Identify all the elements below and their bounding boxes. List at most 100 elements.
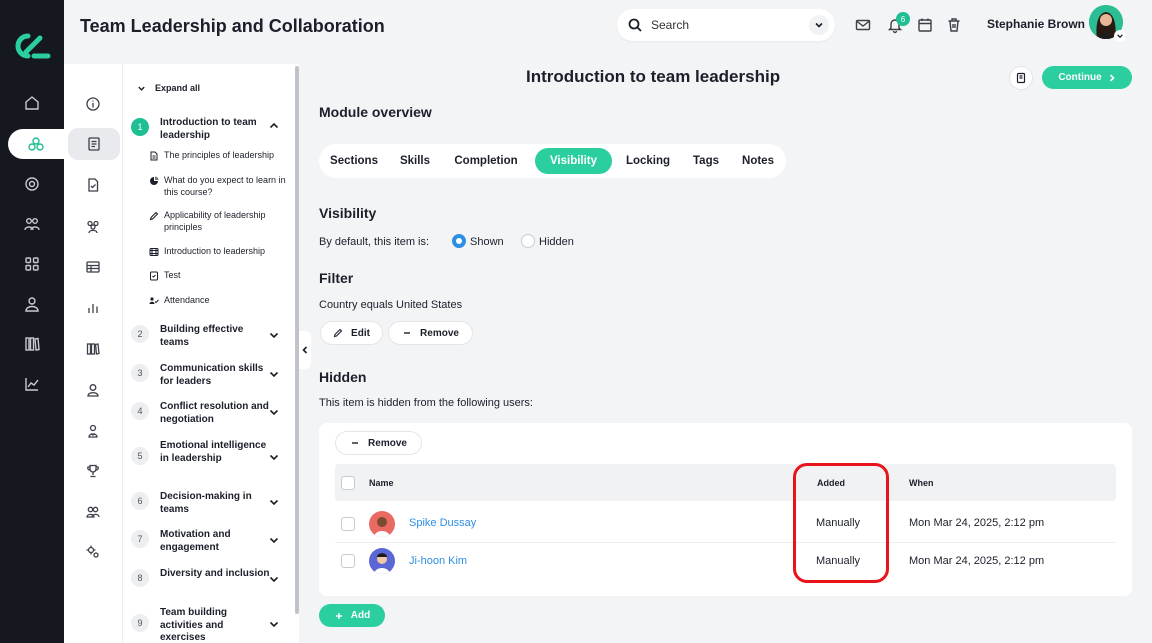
- section-title: Emotional intelligence in leadership: [160, 440, 267, 464]
- target-icon[interactable]: [18, 170, 46, 198]
- test-icon: [150, 271, 158, 281]
- search-input[interactable]: Search: [651, 18, 689, 32]
- expand-all-label: Expand all: [155, 83, 201, 93]
- bar-chart-icon[interactable]: [82, 297, 104, 319]
- filter-heading: Filter: [319, 270, 354, 286]
- user-link[interactable]: Spike Dussay: [409, 517, 476, 529]
- chevron-down-icon[interactable]: [268, 329, 280, 341]
- column-name[interactable]: Name: [369, 478, 394, 488]
- calendar-icon[interactable]: [916, 16, 934, 34]
- chevron-down-icon[interactable]: [268, 451, 280, 463]
- tab-tags[interactable]: Tags: [684, 148, 728, 174]
- analytics-icon[interactable]: [18, 370, 46, 398]
- settings-icon[interactable]: [82, 541, 104, 563]
- search-icon: [628, 18, 642, 32]
- outline-item-label: What do you expect to learn in this cour…: [164, 175, 286, 197]
- plus-icon: [335, 612, 342, 619]
- hidden-radio[interactable]: [521, 234, 535, 248]
- tab-completion[interactable]: Completion: [445, 148, 527, 174]
- mail-icon[interactable]: [854, 16, 872, 34]
- book-button[interactable]: [1009, 66, 1033, 90]
- add-users-button[interactable]: Add: [319, 604, 385, 627]
- remove-label: Remove: [368, 437, 407, 449]
- section-title: Conflict resolution and negotiation: [160, 401, 269, 425]
- library-icon[interactable]: [18, 330, 46, 358]
- expand-all-button[interactable]: Expand all: [137, 83, 200, 93]
- courses-icon[interactable]: [8, 129, 64, 159]
- chevron-right-icon: [1109, 73, 1115, 82]
- user-name[interactable]: Stephanie Brown: [987, 17, 1085, 31]
- user-link[interactable]: Ji-hoon Kim: [409, 555, 467, 567]
- tab-notes[interactable]: Notes: [734, 148, 782, 174]
- continue-button[interactable]: Continue: [1042, 66, 1132, 89]
- table-icon[interactable]: [82, 256, 104, 278]
- apps-icon[interactable]: [18, 250, 46, 278]
- collapse-panel-button[interactable]: [299, 331, 311, 369]
- info-icon[interactable]: [82, 93, 104, 115]
- added-column-highlight: [793, 463, 889, 583]
- assignment-icon[interactable]: [82, 174, 104, 196]
- row-checkbox[interactable]: [341, 554, 355, 568]
- user-icon[interactable]: [18, 290, 46, 318]
- filter-rule: Country equals United States: [319, 299, 463, 311]
- chevron-down-icon[interactable]: [268, 368, 280, 380]
- minus-icon: [404, 332, 411, 334]
- section-number: 9: [131, 614, 149, 632]
- brand-logo[interactable]: [10, 30, 54, 62]
- row-divider: [335, 542, 1116, 543]
- column-when[interactable]: When: [909, 478, 934, 488]
- instructor-icon[interactable]: [82, 420, 104, 442]
- section-number: 6: [131, 492, 149, 510]
- edit-filter-button[interactable]: Edit: [320, 321, 383, 345]
- outline-item-label: The principles of leadership: [164, 150, 275, 160]
- chevron-left-icon: [302, 346, 308, 354]
- remove-filter-button[interactable]: Remove: [388, 321, 473, 345]
- tab-locking[interactable]: Locking: [618, 148, 678, 174]
- chevron-up-icon[interactable]: [268, 120, 280, 132]
- library-icon[interactable]: [82, 338, 104, 360]
- search-box[interactable]: Search: [617, 9, 835, 41]
- hidden-heading: Hidden: [319, 369, 367, 385]
- section-number: 5: [131, 447, 149, 465]
- tab-skills[interactable]: Skills: [391, 148, 439, 174]
- trash-icon[interactable]: [945, 16, 963, 34]
- chevron-down-icon[interactable]: [268, 573, 280, 585]
- chevron-down-icon[interactable]: [268, 496, 280, 508]
- hidden-description: This item is hidden from the following u…: [319, 397, 533, 409]
- shown-radio[interactable]: [452, 234, 466, 248]
- app-rail: [0, 0, 64, 643]
- chevron-down-icon[interactable]: [268, 534, 280, 546]
- tab-sections[interactable]: Sections: [323, 148, 385, 174]
- chevron-down-icon[interactable]: [1114, 30, 1126, 42]
- continue-label: Continue: [1058, 72, 1102, 83]
- chevron-down-icon[interactable]: [268, 406, 280, 418]
- home-icon[interactable]: [18, 89, 46, 117]
- section-title: Communication skills for leaders: [160, 363, 264, 387]
- select-all-checkbox[interactable]: [341, 476, 355, 490]
- section-title: Team building activities and exercises: [160, 607, 228, 643]
- outline-icon[interactable]: [68, 128, 120, 160]
- tab-visibility[interactable]: Visibility: [535, 148, 612, 174]
- groups-icon[interactable]: [18, 210, 46, 238]
- chevron-down-icon[interactable]: [268, 618, 280, 630]
- shown-label: Shown: [470, 236, 504, 248]
- attendance-icon: [149, 297, 159, 304]
- section-number: 1: [131, 118, 149, 136]
- person-icon[interactable]: [82, 379, 104, 401]
- edit-label: Edit: [351, 327, 370, 339]
- module-tabs: Sections Skills Completion Visibility Lo…: [319, 144, 786, 178]
- notification-badge: 6: [896, 12, 910, 26]
- trophy-icon[interactable]: [82, 460, 104, 482]
- chevron-down-icon[interactable]: [809, 15, 829, 35]
- users-icon[interactable]: [82, 215, 104, 237]
- pencil-icon: [149, 211, 159, 221]
- pencil-icon: [333, 328, 343, 338]
- course-outline: Expand all 1 Introduction to team leader…: [122, 64, 299, 643]
- outline-item-label: Introduction to leadership: [164, 246, 266, 256]
- section-title: Decision-making in teams: [160, 491, 252, 515]
- outline-item-label: Test: [164, 270, 181, 280]
- row-checkbox[interactable]: [341, 517, 355, 531]
- team-icon[interactable]: [82, 501, 104, 523]
- course-tools-column: [64, 64, 122, 643]
- remove-users-button[interactable]: Remove: [335, 431, 422, 455]
